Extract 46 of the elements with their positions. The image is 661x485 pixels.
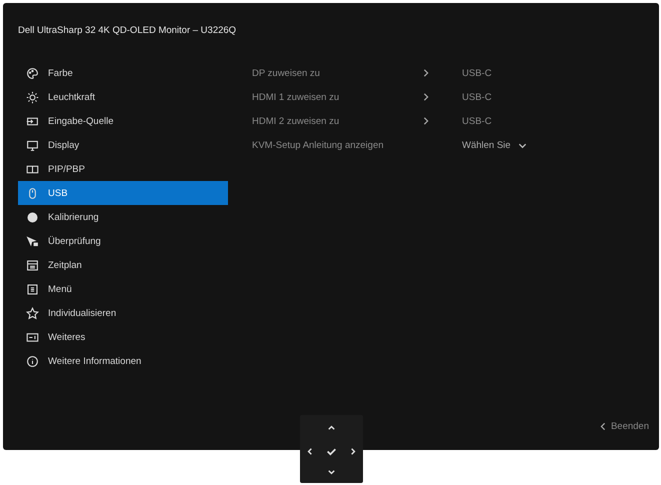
chevron-right-icon[interactable]	[349, 447, 358, 456]
setting-label: HDMI 1 zuweisen zu	[252, 92, 340, 102]
chevron-down-icon	[518, 140, 527, 150]
chevron-right-icon	[422, 93, 430, 101]
setting-label: DP zuweisen zu	[252, 68, 321, 78]
check-icon[interactable]	[326, 446, 337, 457]
setting-value[interactable]: USB-C	[462, 68, 492, 78]
more-icon	[26, 330, 39, 344]
info-icon	[26, 354, 39, 368]
menu-item[interactable]: Weiteres	[18, 325, 228, 349]
calendar-icon	[26, 258, 39, 272]
menu-item[interactable]: Farbe	[18, 61, 228, 85]
menu-item[interactable]: Eingabe-Quelle	[18, 109, 228, 133]
monitor-icon	[26, 138, 39, 152]
sun-icon	[26, 90, 39, 104]
menu-item[interactable]: Weitere Informationen	[18, 349, 228, 373]
chevron-down-icon[interactable]	[327, 468, 336, 477]
chevron-right-icon	[422, 117, 430, 125]
menu-item[interactable]: Menü	[18, 277, 228, 301]
chevron-right-icon	[422, 69, 430, 77]
window-title: Dell UltraSharp 32 4K QD-OLED Monitor – U3226Q	[18, 25, 238, 38]
setting-value[interactable]: Wählen Sie	[462, 140, 511, 150]
exit-button[interactable]: Beenden	[598, 421, 649, 432]
menu-item[interactable]: USB	[18, 181, 228, 205]
chevron-up-icon[interactable]	[327, 423, 336, 432]
pip-icon	[26, 162, 39, 176]
menu-item[interactable]: Display	[18, 133, 228, 157]
menu-icon	[26, 282, 39, 296]
setting-label: HDMI 2 zuweisen zu	[252, 116, 340, 126]
menu-item[interactable]: Zeitplan	[18, 253, 228, 277]
palette-icon	[26, 66, 39, 80]
setting-label: KVM-Setup Anleitung anzeigen	[252, 140, 385, 150]
chevron-left-icon	[598, 422, 607, 431]
mouse-icon	[26, 186, 39, 200]
chevron-left-icon[interactable]	[305, 447, 314, 456]
setting-value[interactable]: USB-C	[462, 116, 492, 126]
menu-item[interactable]: Leuchtkraft	[18, 85, 228, 109]
menu-item[interactable]: Individualisieren	[18, 301, 228, 325]
menu-item[interactable]: Überprüfung	[18, 229, 228, 253]
menu-item[interactable]: Kalibrierung	[18, 205, 228, 229]
setting-value[interactable]: USB-C	[462, 92, 492, 102]
star-icon	[26, 306, 39, 320]
menu-item[interactable]: PIP/PBP	[18, 157, 228, 181]
input-icon	[26, 114, 39, 128]
pointer-icon	[26, 234, 39, 248]
disc-icon	[26, 210, 39, 224]
